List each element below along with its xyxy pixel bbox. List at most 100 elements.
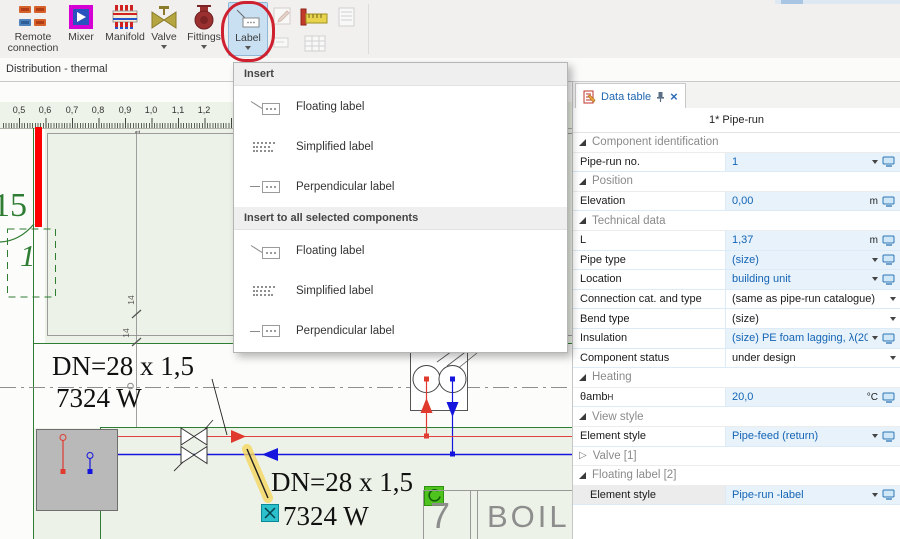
monitor-icon[interactable] xyxy=(882,431,896,442)
dropdown-arrow-icon[interactable] xyxy=(872,493,878,497)
collapse-icon[interactable] xyxy=(579,413,586,420)
monitor-icon[interactable] xyxy=(882,235,896,246)
property-value[interactable]: (size) xyxy=(732,313,886,325)
label-dropdown-menu: Insert Floating label Simplified label P… xyxy=(233,62,568,353)
section-view-style[interactable]: View style xyxy=(573,407,900,427)
unit-label: m xyxy=(870,196,878,207)
collapse-icon[interactable] xyxy=(579,472,586,479)
edit-label-icon[interactable] xyxy=(272,6,294,33)
return-node xyxy=(88,469,93,474)
property-value[interactable]: 1,37 xyxy=(732,234,866,246)
valve-dropdown-arrow-icon[interactable] xyxy=(161,45,167,49)
document-tab-distribution-thermal[interactable]: Distribution - thermal xyxy=(0,63,107,75)
small-label-icon[interactable] xyxy=(272,34,292,57)
monitor-icon[interactable] xyxy=(882,392,896,403)
collapse-icon[interactable] xyxy=(579,217,586,224)
dropdown-arrow-icon[interactable] xyxy=(872,434,878,438)
manifold-button[interactable]: Manifold xyxy=(102,2,148,49)
property-row-component-status[interactable]: Component status under design xyxy=(573,349,900,369)
monitor-icon[interactable] xyxy=(882,196,896,207)
list-table-icon[interactable] xyxy=(336,6,358,33)
collapse-icon[interactable] xyxy=(579,139,586,146)
dropdown-arrow-icon[interactable] xyxy=(890,317,896,321)
menu-item-floating-label[interactable]: Floating label xyxy=(234,86,567,128)
property-value[interactable]: (size) xyxy=(732,254,868,266)
monitor-icon[interactable] xyxy=(882,333,896,344)
valve-button[interactable]: Valve xyxy=(146,2,182,49)
table-grid-icon[interactable] xyxy=(303,34,327,59)
dropdown-arrow-icon[interactable] xyxy=(872,258,878,262)
menu-item-perpendicular-label-all[interactable]: Perpendicular label xyxy=(234,310,567,352)
property-row-elevation[interactable]: Elevation 0,00m xyxy=(573,192,900,212)
dropdown-arrow-icon[interactable] xyxy=(872,277,878,281)
property-value[interactable]: Pipe-feed (return) xyxy=(732,430,868,442)
menu-item-simplified-label[interactable]: Simplified label xyxy=(234,128,567,166)
section-floating-label[interactable]: Floating label [2] xyxy=(573,466,900,486)
property-value[interactable]: 0,00 xyxy=(732,195,866,207)
property-row-length[interactable]: L 1,37m xyxy=(573,231,900,251)
monitor-icon[interactable] xyxy=(882,156,896,167)
menu-item-label: Floating label xyxy=(296,245,364,257)
label-button[interactable]: Label xyxy=(228,2,268,56)
property-row-bend-type[interactable]: Bend type (size) xyxy=(573,309,900,329)
menu-item-perpendicular-label[interactable]: Perpendicular label xyxy=(234,166,567,208)
section-technical-data[interactable]: Technical data xyxy=(573,211,900,231)
menu-item-simplified-label-all[interactable]: Simplified label xyxy=(234,272,567,310)
property-label: Insulation xyxy=(580,332,627,344)
boiler-block[interactable] xyxy=(37,430,118,511)
property-label: Connection cat. and type xyxy=(580,293,702,305)
pipe-label1-dn[interactable]: DN=28 x 1,5 xyxy=(52,351,194,381)
pipe-label2-dn[interactable]: DN=28 x 1,5 xyxy=(271,467,413,497)
pipe-label1-power[interactable]: 7324 W xyxy=(56,383,142,413)
data-table-tab[interactable]: Data table × xyxy=(575,83,686,109)
property-row-connection-type[interactable]: Connection cat. and type (same as pipe-r… xyxy=(573,290,900,310)
dropdown-section-header: Insert to all selected components xyxy=(234,207,567,230)
property-row-location[interactable]: Location building unit xyxy=(573,270,900,290)
property-row-insulation[interactable]: Insulation (size) PE foam lagging, λ(20°… xyxy=(573,329,900,349)
property-value[interactable]: Pipe-run -label xyxy=(732,489,868,501)
property-row-element-style[interactable]: Element style Pipe-feed (return) xyxy=(573,427,900,447)
fittings-button[interactable]: Fittings xyxy=(182,2,226,49)
section-label: View style xyxy=(592,411,644,423)
section-component-identification[interactable]: Component identification xyxy=(573,133,900,153)
fittings-dropdown-arrow-icon[interactable] xyxy=(201,45,207,49)
property-value[interactable]: 20,0 xyxy=(732,391,863,403)
window-chrome-accent xyxy=(781,0,803,4)
dropdown-arrow-icon[interactable] xyxy=(872,160,878,164)
close-icon[interactable]: × xyxy=(670,92,678,102)
property-value[interactable]: (same as pipe-run catalogue) xyxy=(732,293,886,305)
property-label: Component status xyxy=(580,352,669,364)
property-value[interactable]: under design xyxy=(732,352,886,364)
section-valve[interactable]: ▷Valve [1] xyxy=(573,447,900,467)
section-position[interactable]: Position xyxy=(573,172,900,192)
monitor-icon[interactable] xyxy=(882,489,896,500)
dropdown-arrow-icon[interactable] xyxy=(872,336,878,340)
application-window: Remote connection Mixer xyxy=(0,0,900,539)
property-value[interactable]: (size) PE foam lagging, λ(20°C) xyxy=(732,332,868,344)
pipe-label2-power[interactable]: 7324 W xyxy=(283,501,369,531)
collapse-icon[interactable] xyxy=(579,178,586,185)
collapse-icon[interactable] xyxy=(579,374,586,381)
label-dropdown-arrow-icon[interactable] xyxy=(245,46,251,50)
dropdown-arrow-icon[interactable] xyxy=(890,356,896,360)
menu-item-floating-label-all[interactable]: Floating label xyxy=(234,230,567,272)
property-value[interactable]: building unit xyxy=(732,273,868,285)
property-row-pipe-run-no[interactable]: Pipe-run no. 1 xyxy=(573,153,900,173)
mixer-button[interactable]: Mixer xyxy=(62,2,100,43)
section-label: Floating label [2] xyxy=(592,469,676,481)
section-heating[interactable]: Heating xyxy=(573,368,900,388)
dropdown-arrow-icon[interactable] xyxy=(890,297,896,301)
property-row-pipe-type[interactable]: Pipe type (size) xyxy=(573,251,900,271)
expand-icon[interactable]: ▷ xyxy=(579,450,587,461)
pin-icon[interactable] xyxy=(656,91,665,103)
ruler-tool-icon[interactable] xyxy=(299,6,329,33)
monitor-icon[interactable] xyxy=(882,274,896,285)
ruler-label: 0,7 xyxy=(63,105,81,115)
monitor-icon[interactable] xyxy=(882,254,896,265)
room7-number: 7 xyxy=(430,495,450,536)
property-value[interactable]: 1 xyxy=(732,156,868,168)
selected-wall-highlight[interactable] xyxy=(35,127,42,227)
property-row-floating-label-style[interactable]: Element style Pipe-run -label xyxy=(573,486,900,506)
remote-connection-button[interactable]: Remote connection xyxy=(4,2,62,54)
property-row-theta-amb[interactable]: θambH 20,0°C xyxy=(573,388,900,408)
